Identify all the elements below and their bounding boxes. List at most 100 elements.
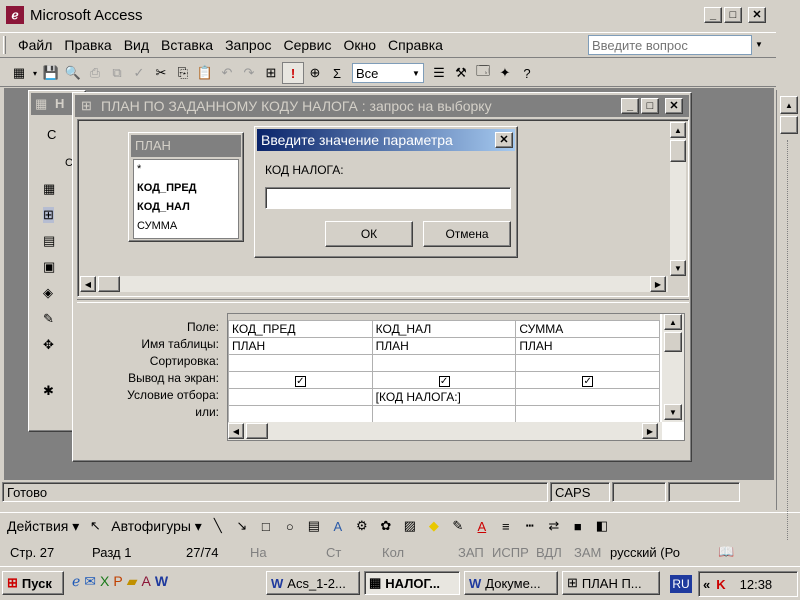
- table-pane-hscroll-thumb[interactable]: [98, 276, 120, 292]
- access-icon[interactable]: A: [142, 573, 151, 590]
- grid-cell-table-1[interactable]: ПЛАН: [228, 337, 373, 355]
- word-ovr[interactable]: ЗАМ: [574, 545, 601, 560]
- line-color-icon[interactable]: ✎: [447, 515, 469, 537]
- line-icon[interactable]: ╲: [207, 515, 229, 537]
- antivirus-icon[interactable]: K: [716, 577, 725, 592]
- search-file-icon[interactable]: 🔍: [62, 62, 84, 84]
- folder-icon[interactable]: ▰: [127, 573, 138, 590]
- reports-icon[interactable]: ▣: [43, 259, 55, 275]
- ok-button[interactable]: ОК: [325, 221, 413, 247]
- grid-scroll-up[interactable]: ▲: [664, 314, 682, 330]
- table-pane-scroll-thumb[interactable]: [670, 140, 686, 162]
- db-window-toolbar-label[interactable]: С: [47, 127, 56, 142]
- task-word-document[interactable]: W Докуме...: [464, 571, 558, 595]
- query-minimize-button[interactable]: _: [621, 98, 639, 114]
- word-rec[interactable]: ЗАП: [458, 545, 484, 560]
- word-ext[interactable]: ВДЛ: [536, 545, 562, 560]
- powerpoint-icon[interactable]: P: [113, 573, 122, 590]
- maximize-button[interactable]: □: [724, 7, 742, 23]
- grid-scroll-down[interactable]: ▼: [664, 404, 682, 420]
- forms-icon[interactable]: ▤: [43, 233, 55, 249]
- show-checkbox-2[interactable]: ✓: [438, 376, 450, 387]
- task-plan-query[interactable]: ⊞ ПЛАН П...: [562, 571, 660, 595]
- grid-cell-sort-3[interactable]: [515, 354, 660, 372]
- arrow-style-icon[interactable]: ⇄: [543, 515, 565, 537]
- grid-cell-or-3[interactable]: [515, 405, 660, 423]
- menu-query[interactable]: Запрос: [219, 34, 277, 56]
- datasheet-view-icon[interactable]: ▦: [8, 62, 30, 84]
- grid-scroll-thumb[interactable]: [664, 332, 682, 352]
- menu-help[interactable]: Справка: [382, 34, 449, 56]
- grid-hscroll-thumb[interactable]: [246, 423, 268, 439]
- menu-tools[interactable]: Сервис: [278, 34, 338, 56]
- spelling-status-icon[interactable]: 📖: [718, 544, 734, 560]
- scroll-thumb[interactable]: [780, 116, 798, 134]
- field-kod-pred[interactable]: КОД_ПРЕД: [137, 179, 238, 198]
- tray-expand-icon[interactable]: «: [703, 577, 710, 592]
- start-button[interactable]: ⊞ Пуск: [2, 571, 64, 595]
- table-pane-hscroll[interactable]: ◀ ▶: [80, 276, 668, 292]
- table-pane-scroll-left[interactable]: ◀: [80, 276, 96, 292]
- ask-question-dropdown-icon[interactable]: ▼: [752, 36, 766, 54]
- fill-color-icon[interactable]: ◆: [423, 515, 445, 537]
- query-type-icon[interactable]: ⊞: [260, 62, 282, 84]
- tables-icon[interactable]: ▦: [43, 181, 55, 197]
- oval-icon[interactable]: ○: [279, 515, 301, 537]
- picture-icon[interactable]: ▨: [399, 515, 421, 537]
- minimize-button[interactable]: _: [704, 7, 722, 23]
- shadow-icon[interactable]: ■: [567, 515, 589, 537]
- 3d-icon[interactable]: ◧: [591, 515, 613, 537]
- totals-icon[interactable]: Σ: [326, 62, 348, 84]
- grid-cell-sort-1[interactable]: [228, 354, 373, 372]
- modules-icon[interactable]: ✥: [43, 337, 54, 353]
- pane-splitter[interactable]: [77, 299, 689, 303]
- menu-edit[interactable]: Правка: [58, 34, 117, 56]
- grid-hscroll[interactable]: ◀ ▶: [228, 422, 662, 440]
- table-field-list[interactable]: * КОД_ПРЕД КОД_НАЛ СУММА: [133, 159, 239, 239]
- task-nalog-database[interactable]: ▦ НАЛОГ...: [364, 571, 460, 595]
- show-checkbox-1[interactable]: ✓: [294, 376, 306, 387]
- grid-cell-criteria-1[interactable]: [228, 388, 373, 406]
- show-table-icon[interactable]: ⊕: [304, 62, 326, 84]
- dash-style-icon[interactable]: ┅: [519, 515, 541, 537]
- access-title-bar[interactable]: ℯ Microsoft Access _ □ ✕: [0, 0, 776, 32]
- save-icon[interactable]: 💾: [40, 62, 62, 84]
- menu-insert[interactable]: Вставка: [155, 34, 219, 56]
- paste-icon[interactable]: 📋: [194, 62, 216, 84]
- query-window-title-bar[interactable]: ⊞ ПЛАН ПО ЗАДАННОМУ КОДУ НАЛОГА : запрос…: [75, 95, 689, 117]
- menu-file[interactable]: Файл: [12, 34, 58, 56]
- grid-cell-field-2[interactable]: КОД_НАЛ: [371, 320, 517, 338]
- menu-window[interactable]: Окно: [337, 34, 382, 56]
- print-preview-icon[interactable]: ⧉: [106, 62, 128, 84]
- arrow-icon[interactable]: ↘: [231, 515, 253, 537]
- field-kod-nal[interactable]: КОД_НАЛ: [137, 198, 238, 217]
- grid-cell-table-2[interactable]: ПЛАН: [371, 337, 517, 355]
- new-object-icon[interactable]: ✦: [494, 62, 516, 84]
- task-acs-document[interactable]: W Acs_1-2...: [266, 571, 360, 595]
- close-button[interactable]: ✕: [748, 7, 766, 23]
- parameter-dialog[interactable]: Введите значение параметра ✕ КОД НАЛОГА:…: [254, 126, 518, 258]
- menu-view[interactable]: Вид: [118, 34, 155, 56]
- grid-scroll-left[interactable]: ◀: [228, 423, 244, 439]
- table-pane-scroll-down[interactable]: ▼: [670, 260, 686, 276]
- table-pane-scroll-right[interactable]: ▶: [650, 276, 666, 292]
- pages-icon[interactable]: ◈: [43, 285, 53, 301]
- macros-icon[interactable]: ✎: [43, 311, 54, 327]
- database-window-icon[interactable]: 🗔: [472, 62, 494, 84]
- outlook-icon[interactable]: ✉: [84, 573, 96, 590]
- grid-cell-sort-2[interactable]: [371, 354, 517, 372]
- print-icon[interactable]: ⎙: [84, 62, 106, 84]
- field-all[interactable]: *: [137, 160, 238, 179]
- language-indicator[interactable]: RU: [670, 575, 692, 593]
- wordart-icon[interactable]: A: [327, 515, 349, 537]
- groups-icon[interactable]: ✱: [43, 383, 54, 399]
- top-values-select[interactable]: Все ▼: [352, 63, 424, 83]
- table-pane-scroll-up[interactable]: ▲: [670, 122, 686, 138]
- drawing-actions-menu[interactable]: Действия ▾: [4, 518, 82, 535]
- field-summa[interactable]: СУММА: [137, 217, 238, 236]
- cut-icon[interactable]: ✂: [150, 62, 172, 84]
- grid-scroll-right[interactable]: ▶: [642, 423, 658, 439]
- spelling-icon[interactable]: ✓: [128, 62, 150, 84]
- grid-cell-or-1[interactable]: [228, 405, 373, 423]
- grid-cell-criteria-3[interactable]: [515, 388, 660, 406]
